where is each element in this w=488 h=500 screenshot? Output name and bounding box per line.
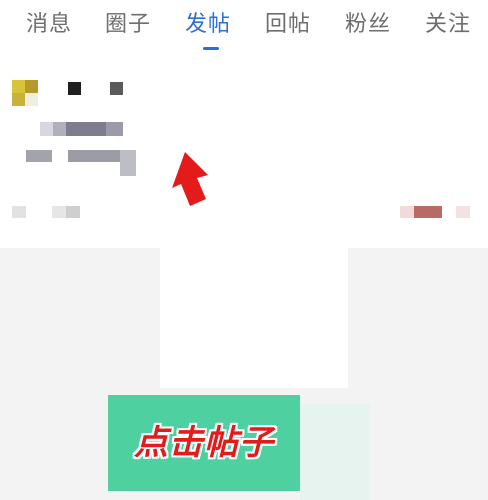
tab-messages[interactable]: 消息 [26,10,72,40]
tab-posts[interactable]: 发帖 [185,10,231,40]
decorative-block [300,404,370,500]
blurred-post-meta [456,206,470,218]
blurred-username [68,82,81,95]
blurred-post-body [26,150,52,162]
blurred-post-meta [66,206,80,218]
tab-following[interactable]: 关注 [425,10,471,40]
blurred-post-meta [400,206,414,218]
avatar-icon [12,80,38,106]
blurred-post-meta [414,206,442,218]
active-tab-indicator [203,47,219,50]
blurred-post-title [66,122,106,136]
content-panel [160,248,348,388]
blurred-username [110,82,123,95]
blurred-post-body [68,150,120,162]
blurred-post-title [40,122,53,136]
post-card[interactable] [0,58,488,238]
tab-bar: 消息 圈子 发帖 回帖 粉丝 关注 [0,0,488,58]
blurred-post-body [120,150,136,176]
tab-circles[interactable]: 圈子 [105,10,151,40]
callout-text: 点击帖子 [134,423,274,463]
blurred-post-meta [12,206,26,218]
instruction-callout: 点击帖子 [108,395,300,491]
tab-replies[interactable]: 回帖 [265,10,311,40]
red-arrow-icon [172,152,208,206]
tab-fans[interactable]: 粉丝 [345,10,391,40]
blurred-post-meta [52,206,66,218]
blurred-post-title [53,122,66,136]
blurred-post-title [106,122,123,136]
